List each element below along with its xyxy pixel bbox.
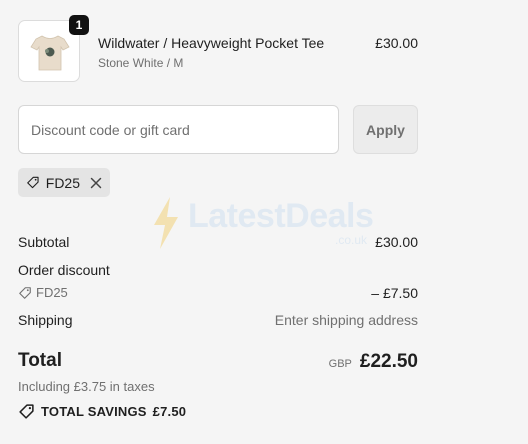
apply-button[interactable]: Apply	[353, 105, 418, 154]
shipping-label: Shipping	[18, 312, 73, 328]
tag-icon	[19, 404, 34, 419]
total-label: Total	[18, 350, 62, 371]
savings-label: TOTAL SAVINGS	[41, 404, 147, 419]
applied-discount-chip: FD25	[18, 168, 110, 197]
quantity-badge: 1	[69, 15, 89, 35]
total-amount-group: GBP £22.50	[329, 351, 418, 373]
discount-value: – £7.50	[371, 285, 418, 301]
shipping-value: Enter shipping address	[274, 312, 418, 328]
currency-code: GBP	[328, 358, 352, 370]
remove-discount-button[interactable]	[90, 177, 102, 189]
product-name: Wildwater / Heavyweight Pocket Tee	[98, 35, 325, 51]
tag-icon	[27, 176, 39, 189]
subtotal-label: Subtotal	[18, 234, 70, 250]
discount-code-input[interactable]	[18, 105, 339, 154]
order-discount-label: Order discount	[18, 262, 110, 278]
shipping-row: Shipping Enter shipping address	[18, 312, 418, 328]
product-variant: Stone White / M	[98, 56, 184, 70]
tag-icon	[19, 286, 31, 299]
savings-value: £7.50	[152, 404, 187, 419]
close-icon	[90, 177, 102, 188]
product-thumbnail: 1	[18, 15, 89, 82]
discount-code-label: FD25	[36, 285, 68, 300]
subtotal-row: Subtotal £30.00	[18, 234, 418, 250]
total-savings: TOTAL SAVINGS £7.50	[18, 403, 186, 420]
discount-code-row: FD25 – £7.50	[18, 285, 418, 301]
line-item: 1 Wildwater / Heavyweight Pocket Tee Sto…	[18, 15, 418, 84]
subtotal-value: £30.00	[375, 234, 418, 250]
taxes-note: Including £3.75 in taxes	[18, 379, 155, 394]
tshirt-icon	[30, 35, 70, 71]
product-price: £30.00	[375, 35, 418, 51]
applied-code-label: FD25	[45, 174, 80, 191]
watermark-text: LatestDeals	[188, 197, 374, 235]
order-discount-row: Order discount	[18, 262, 418, 278]
total-amount: £22.50	[359, 351, 418, 372]
